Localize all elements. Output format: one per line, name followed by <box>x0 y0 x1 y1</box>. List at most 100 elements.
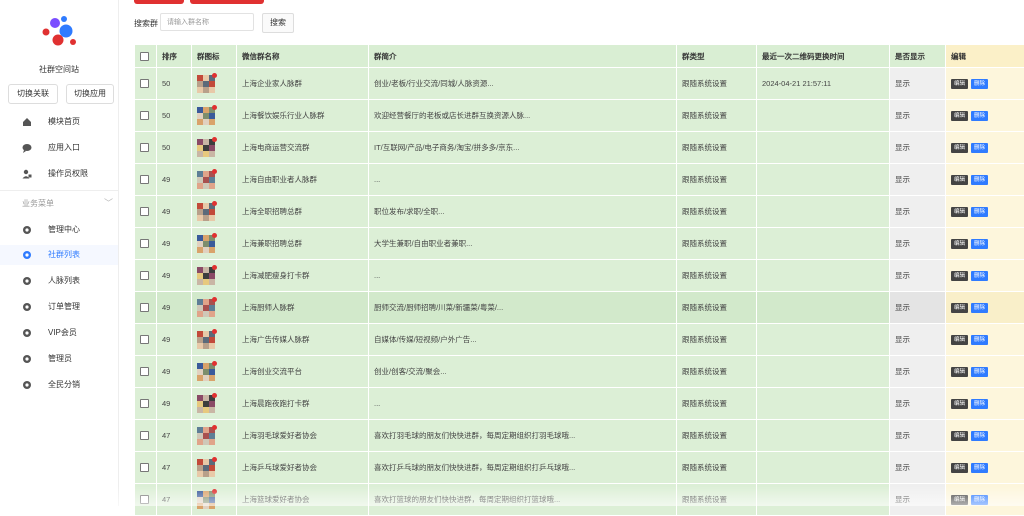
menu-item-community-list[interactable]: 社群列表 <box>0 245 118 265</box>
delete-button[interactable]: 删除 <box>971 303 988 313</box>
cell-qr-time <box>757 324 890 356</box>
menu-item-order-management[interactable]: 订单管理 <box>0 297 118 317</box>
edit-button[interactable]: 编辑 <box>951 111 968 121</box>
top-action-button[interactable] <box>134 0 184 4</box>
edit-button[interactable]: 编辑 <box>951 463 968 473</box>
cell-sort: 49 <box>157 388 192 420</box>
menu-item-administrators[interactable]: 管理员 <box>0 349 118 369</box>
row-checkbox[interactable] <box>140 207 149 216</box>
row-checkbox[interactable] <box>140 79 149 88</box>
delete-button[interactable]: 删除 <box>971 143 988 153</box>
row-checkbox-cell[interactable] <box>135 68 157 100</box>
row-checkbox-cell[interactable] <box>135 420 157 452</box>
row-checkbox-cell[interactable] <box>135 452 157 484</box>
menu-item-distribution[interactable]: 全民分销 <box>0 375 118 395</box>
row-checkbox-cell[interactable] <box>135 292 157 324</box>
delete-button[interactable]: 删除 <box>971 399 988 409</box>
row-checkbox-cell[interactable] <box>135 260 157 292</box>
edit-button[interactable]: 编辑 <box>951 399 968 409</box>
row-checkbox-cell[interactable] <box>135 388 157 420</box>
row-checkbox[interactable] <box>140 303 149 312</box>
switch-app-button[interactable]: 切换应用 <box>66 84 114 104</box>
table-row[interactable]: 50上海电商运营交流群IT/互联网/产品/电子商务/淘宝/拼多多/京东...跟随… <box>135 132 1024 164</box>
table-row[interactable]: 49上海创业交流平台创业/创客/交流/聚会...跟随系统设置显示编辑删除 <box>135 356 1024 388</box>
delete-button[interactable]: 删除 <box>971 495 988 505</box>
delete-button[interactable]: 删除 <box>971 111 988 121</box>
menu-item-contacts-list[interactable]: 人脉列表 <box>0 271 118 291</box>
cell-actions: 编辑删除 <box>946 260 1024 292</box>
table-row[interactable]: 49上海减肥瘦身打卡群...跟随系统设置显示编辑删除 <box>135 260 1024 292</box>
delete-button[interactable]: 删除 <box>971 431 988 441</box>
delete-button[interactable]: 删除 <box>971 335 988 345</box>
table-row[interactable]: 49上海厨师人脉群厨师交流/厨师招聘/川菜/新疆菜/粤菜/...跟随系统设置显示… <box>135 292 1024 324</box>
chevron-down-icon[interactable]: ﹀ <box>104 196 113 209</box>
row-checkbox[interactable] <box>140 111 149 120</box>
col-header-sort[interactable]: 排序 <box>157 45 192 68</box>
switch-link-button[interactable]: 切换关联 <box>8 84 58 104</box>
row-checkbox[interactable] <box>140 239 149 248</box>
delete-button[interactable]: 删除 <box>971 207 988 217</box>
edit-button[interactable]: 编辑 <box>951 303 968 313</box>
row-checkbox[interactable] <box>140 143 149 152</box>
row-checkbox-cell[interactable] <box>135 196 157 228</box>
group-thumbnail <box>197 459 215 477</box>
row-checkbox[interactable] <box>140 399 149 408</box>
menu-item-home[interactable]: 模块首页 <box>0 112 118 132</box>
row-checkbox[interactable] <box>140 367 149 376</box>
select-all-checkbox[interactable] <box>140 52 149 61</box>
edit-button[interactable]: 编辑 <box>951 143 968 153</box>
table-row[interactable]: 50上海餐饮娱乐行业人脉群欢迎经营餐厅的老板或店长进群互换资源人脉...跟随系统… <box>135 100 1024 132</box>
cell-icon <box>192 68 237 100</box>
row-checkbox[interactable] <box>140 463 149 472</box>
table-row[interactable]: 47上海乒乓球爱好者协会喜欢打乒乓球的朋友们快快进群，每周定期组织打乒乓球哦..… <box>135 452 1024 484</box>
group-thumbnail <box>197 427 215 445</box>
search-input[interactable]: 请输入群名称 <box>160 13 254 31</box>
row-checkbox[interactable] <box>140 495 149 504</box>
edit-button[interactable]: 编辑 <box>951 175 968 185</box>
table-row[interactable]: 49上海晨跑夜跑打卡群...跟随系统设置显示编辑删除 <box>135 388 1024 420</box>
cell-icon <box>192 388 237 420</box>
table-row[interactable]: 49上海广告传媒人脉群自媒体/传媒/短视频/户外广告...跟随系统设置显示编辑删… <box>135 324 1024 356</box>
menu-item-management-center[interactable]: 管理中心 <box>0 220 118 240</box>
row-checkbox-cell[interactable] <box>135 164 157 196</box>
delete-button[interactable]: 删除 <box>971 271 988 281</box>
row-checkbox-cell[interactable] <box>135 484 157 516</box>
table-row[interactable]: 49上海全职招聘总群职位发布/求职/全职...跟随系统设置显示编辑删除 <box>135 196 1024 228</box>
row-checkbox[interactable] <box>140 175 149 184</box>
edit-button[interactable]: 编辑 <box>951 335 968 345</box>
table-row[interactable]: 50上海企业家人脉群创业/老板/行业交流/同城/人脉资源...跟随系统设置202… <box>135 68 1024 100</box>
edit-button[interactable]: 编辑 <box>951 239 968 249</box>
top-action-button[interactable] <box>190 0 264 4</box>
edit-button[interactable]: 编辑 <box>951 207 968 217</box>
row-checkbox-cell[interactable] <box>135 324 157 356</box>
row-checkbox-cell[interactable] <box>135 356 157 388</box>
table-row[interactable]: 47上海羽毛球爱好者协会喜欢打羽毛球的朋友们快快进群，每周定期组织打羽毛球哦..… <box>135 420 1024 452</box>
delete-button[interactable]: 删除 <box>971 239 988 249</box>
delete-button[interactable]: 删除 <box>971 79 988 89</box>
menu-item-operator-permissions[interactable]: 操作员权限 <box>0 164 118 184</box>
cell-show: 显示 <box>890 388 946 420</box>
row-checkbox[interactable] <box>140 335 149 344</box>
menu-item-vip-members[interactable]: VIP会员 <box>0 323 118 343</box>
cell-qr-time <box>757 196 890 228</box>
row-checkbox[interactable] <box>140 271 149 280</box>
delete-button[interactable]: 删除 <box>971 367 988 377</box>
delete-button[interactable]: 删除 <box>971 175 988 185</box>
edit-button[interactable]: 编辑 <box>951 495 968 505</box>
row-checkbox[interactable] <box>140 431 149 440</box>
table-row[interactable]: 49上海自由职业者人脉群...跟随系统设置显示编辑删除 <box>135 164 1024 196</box>
menu-item-label: 模块首页 <box>48 112 80 132</box>
row-checkbox-cell[interactable] <box>135 100 157 132</box>
edit-button[interactable]: 编辑 <box>951 271 968 281</box>
edit-button[interactable]: 编辑 <box>951 367 968 377</box>
table-row[interactable]: 49上海兼职招聘总群大学生兼职/自由职业者兼职...跟随系统设置显示编辑删除 <box>135 228 1024 260</box>
delete-button[interactable]: 删除 <box>971 463 988 473</box>
row-checkbox-cell[interactable] <box>135 132 157 164</box>
search-button[interactable]: 搜索 <box>262 13 294 33</box>
edit-button[interactable]: 编辑 <box>951 79 968 89</box>
edit-button[interactable]: 编辑 <box>951 431 968 441</box>
table-row[interactable]: 47上海篮球爱好者协会喜欢打篮球的朋友们快快进群，每周定期组织打篮球哦...跟随… <box>135 484 1024 516</box>
row-checkbox-cell[interactable] <box>135 228 157 260</box>
menu-item-app-entry[interactable]: 应用入口 <box>0 138 118 158</box>
select-all-checkbox-cell[interactable] <box>135 45 157 68</box>
